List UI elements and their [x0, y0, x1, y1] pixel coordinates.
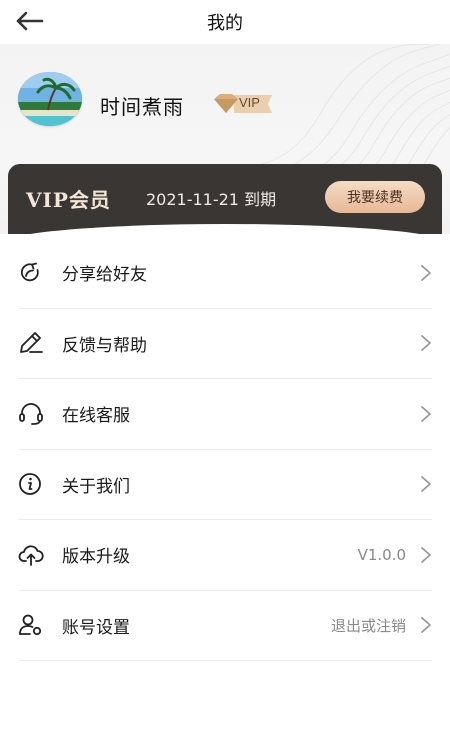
menu-item-label: 分享给好友: [62, 265, 147, 286]
info-icon: [18, 470, 46, 498]
chevron-right-icon: [421, 405, 431, 422]
renew-button[interactable]: 我要续费: [325, 181, 425, 213]
menu-item-account-settings[interactable]: 账号设置 退出或注销: [18, 591, 432, 661]
menu-item-customer-service[interactable]: 在线客服: [18, 379, 432, 450]
chevron-right-icon: [421, 617, 431, 634]
page-title: 我的: [207, 13, 243, 34]
chevron-right-icon: [421, 335, 431, 352]
share-icon: [18, 259, 46, 287]
logout-label: 退出或注销: [330, 616, 406, 635]
top-bar: 我的: [0, 0, 450, 44]
menu-item-label: 反馈与帮助: [62, 335, 147, 356]
menu-item-upgrade[interactable]: 版本升级 V1.0.0: [18, 520, 432, 591]
vip-card-label: VIP会员: [26, 188, 111, 212]
menu-item-about[interactable]: 关于我们: [18, 450, 432, 520]
vip-expiry-date: 2021-11-21 到期: [146, 190, 277, 209]
menu-item-label: 账号设置: [62, 617, 130, 638]
menu-item-label: 在线客服: [62, 406, 130, 427]
menu-item-label: 版本升级: [62, 547, 130, 568]
chevron-right-icon: [421, 264, 431, 281]
user-settings-icon: [18, 611, 46, 639]
avatar-image: [18, 72, 82, 126]
pencil-icon: [18, 329, 46, 357]
avatar[interactable]: [18, 72, 82, 126]
menu-item-label: 关于我们: [62, 476, 130, 497]
chevron-right-icon: [421, 476, 431, 493]
menu-item-feedback[interactable]: 反馈与帮助: [18, 309, 432, 379]
vip-badge-label: VIP: [239, 95, 260, 110]
username: 时间煮雨: [100, 95, 184, 119]
cloud-upload-icon: [18, 541, 46, 569]
settings-menu: 分享给好友 反馈与帮助 在线客服 关于我们 版本升级 V1.0.0 账号设置 退…: [0, 238, 450, 661]
headset-icon: [18, 400, 46, 428]
vip-badge: VIP: [212, 91, 274, 117]
version-label: V1.0.0: [357, 545, 406, 564]
menu-item-share[interactable]: 分享给好友: [18, 238, 432, 309]
chevron-right-icon: [421, 546, 431, 563]
